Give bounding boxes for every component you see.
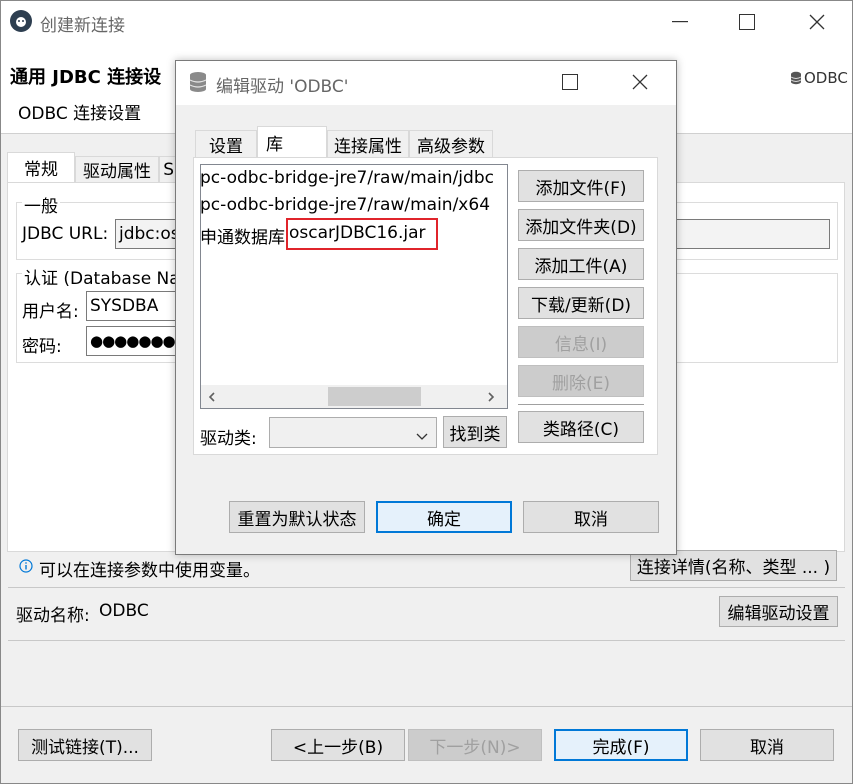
auth-group-label: 认证 (Database Na	[22, 264, 182, 289]
divider-1	[8, 587, 845, 588]
find-class-button[interactable]: 找到类	[443, 416, 507, 448]
username-input[interactable]: SYSDBA	[86, 291, 186, 321]
library-item-2[interactable]: pc-odbc-bridge-jre7/raw/main/x64	[200, 195, 506, 215]
divider-2	[8, 640, 845, 641]
add-file-button[interactable]: 添加文件(F)	[518, 170, 644, 202]
dialog-cancel-button[interactable]: 取消	[523, 501, 659, 533]
scroll-left-icon[interactable]	[205, 389, 219, 409]
delete-button: 删除(E)	[518, 365, 644, 397]
dialog-tab-settings[interactable]: 设置	[195, 130, 257, 157]
dialog-database-icon	[188, 71, 208, 98]
dialog-tab-advanced[interactable]: 高级参数	[409, 130, 493, 157]
dialog-tab-libraries[interactable]: 库	[257, 126, 327, 158]
test-connection-button[interactable]: 测试链接(T)...	[18, 729, 152, 761]
divider-3	[1, 706, 852, 707]
classpath-button[interactable]: 类路径(C)	[518, 411, 644, 443]
close-icon[interactable]	[797, 8, 837, 36]
library-item-1[interactable]: pc-odbc-bridge-jre7/raw/main/jdbc	[200, 168, 506, 188]
tab-driver-properties[interactable]: 驱动属性	[75, 156, 159, 182]
add-folder-button[interactable]: 添加文件夹(D)	[518, 209, 644, 241]
dialog-tab-connection-props[interactable]: 连接属性	[327, 130, 409, 157]
main-window-title: 创建新连接	[40, 16, 125, 36]
username-label: 用户名:	[22, 302, 79, 322]
page-title: 通用 JDBC 连接设	[10, 67, 162, 88]
finish-button[interactable]: 完成(F)	[554, 729, 688, 761]
page-subtitle: ODBC 连接设置	[18, 104, 142, 124]
info-icon	[19, 558, 33, 578]
database-icon	[790, 70, 802, 90]
driver-name-value: ODBC	[99, 601, 149, 621]
dialog-title: 编辑驱动 'ODBC'	[216, 77, 349, 97]
general-group-label-bg: 一般	[22, 192, 60, 217]
ok-button[interactable]: 确定	[376, 501, 512, 533]
brand-label: ODBC	[804, 69, 848, 87]
driver-class-select[interactable]	[269, 417, 437, 448]
edit-driver-button[interactable]: 编辑驱动设置	[719, 596, 838, 627]
info-text: 可以在连接参数中使用变量。	[39, 561, 260, 581]
dialog-maximize-icon[interactable]	[550, 68, 590, 96]
next-button: 下一步(N)>	[408, 729, 542, 761]
chevron-down-icon	[416, 426, 428, 446]
maximize-icon[interactable]	[727, 8, 767, 36]
tab-general[interactable]: 常规	[7, 152, 75, 182]
info-button: 信息(I)	[518, 326, 644, 358]
button-divider	[518, 404, 644, 405]
back-button[interactable]: <上一步(B)	[271, 729, 405, 761]
minimize-icon[interactable]	[660, 8, 700, 36]
password-input[interactable]: ●●●●●●●	[86, 326, 186, 356]
library-item-3[interactable]: 申通数据库	[200, 223, 285, 248]
download-update-button[interactable]: 下载/更新(D)	[518, 287, 644, 319]
add-artifact-button[interactable]: 添加工件(A)	[518, 248, 644, 280]
dialog-close-icon[interactable]	[620, 68, 660, 96]
highlighted-file[interactable]: oscarJDBC16.jar	[289, 223, 426, 243]
password-label: 密码:	[22, 337, 62, 357]
driver-name-label: 驱动名称:	[16, 606, 90, 626]
jdbc-url-label: JDBC URL:	[22, 224, 109, 244]
scroll-right-icon[interactable]	[484, 389, 498, 409]
app-icon	[10, 10, 32, 32]
driver-class-label: 驱动类:	[200, 429, 257, 449]
reset-default-button[interactable]: 重置为默认状态	[229, 501, 365, 533]
main-title-bar	[1, 1, 852, 43]
main-cancel-button[interactable]: 取消	[700, 729, 834, 761]
scroll-thumb[interactable]	[328, 387, 421, 406]
